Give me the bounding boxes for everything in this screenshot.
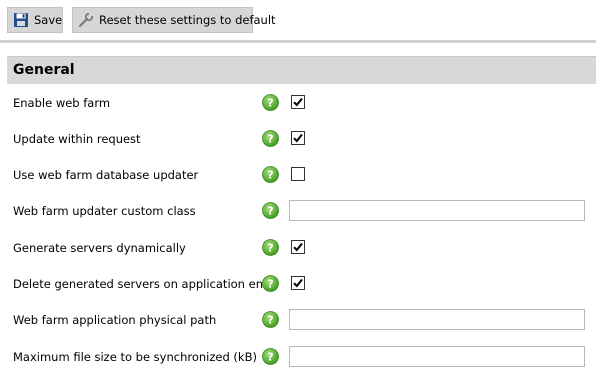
setting-label: Maximum file size to be synchronized (kB… (13, 350, 257, 364)
setting-checkbox[interactable] (291, 95, 305, 109)
svg-text:?: ? (267, 351, 273, 364)
help-icon[interactable]: ? (262, 166, 279, 183)
setting-text-input[interactable] (289, 346, 585, 367)
setting-row: Web farm updater custom class? (0, 200, 596, 224)
setting-text-input[interactable] (289, 200, 585, 221)
svg-text:?: ? (267, 205, 273, 218)
help-icon[interactable]: ? (262, 94, 279, 111)
setting-label: Use web farm database updater (13, 168, 199, 182)
setting-label: Web farm updater custom class (13, 204, 196, 218)
setting-text-input[interactable] (289, 309, 585, 330)
setting-label: Enable web farm (13, 96, 111, 110)
help-icon[interactable]: ? (262, 348, 279, 365)
setting-checkbox[interactable] (291, 240, 305, 254)
help-icon[interactable]: ? (262, 239, 279, 256)
setting-label: Generate servers dynamically (13, 241, 186, 255)
setting-label: Web farm application physical path (13, 313, 217, 327)
setting-label: Delete generated servers on application … (13, 277, 271, 291)
setting-checkbox[interactable] (291, 131, 305, 145)
save-button-label: Save (34, 13, 63, 27)
setting-row: Use web farm database updater? (0, 164, 596, 188)
setting-row: Enable web farm? (0, 92, 596, 116)
section-title: General (13, 62, 75, 78)
section-header: General (7, 56, 596, 84)
reset-to-default-button[interactable]: Reset these settings to default (72, 7, 276, 33)
wrench-icon (78, 12, 94, 28)
setting-row: Generate servers dynamically? (0, 237, 596, 261)
svg-text:?: ? (267, 169, 273, 182)
help-icon[interactable]: ? (262, 311, 279, 328)
svg-text:?: ? (267, 97, 273, 110)
help-icon[interactable]: ? (262, 202, 279, 219)
setting-checkbox[interactable] (291, 167, 305, 181)
help-icon[interactable]: ? (262, 275, 279, 292)
save-button[interactable]: Save (7, 7, 63, 33)
floppy-disk-icon (13, 12, 29, 28)
setting-row: Update within request? (0, 128, 596, 152)
help-icon[interactable]: ? (262, 130, 279, 147)
svg-text:?: ? (267, 133, 273, 146)
toolbar-separator (0, 40, 596, 43)
svg-text:?: ? (267, 278, 273, 291)
reset-button-label: Reset these settings to default (99, 13, 276, 27)
svg-text:?: ? (267, 242, 273, 255)
setting-row: Maximum file size to be synchronized (kB… (0, 346, 596, 370)
svg-text:?: ? (267, 314, 273, 327)
setting-checkbox[interactable] (291, 276, 305, 290)
toolbar: Save Reset these settings to default (0, 0, 596, 40)
setting-row: Delete generated servers on application … (0, 273, 596, 297)
setting-label: Update within request (13, 132, 141, 146)
setting-row: Web farm application physical path? (0, 309, 596, 333)
